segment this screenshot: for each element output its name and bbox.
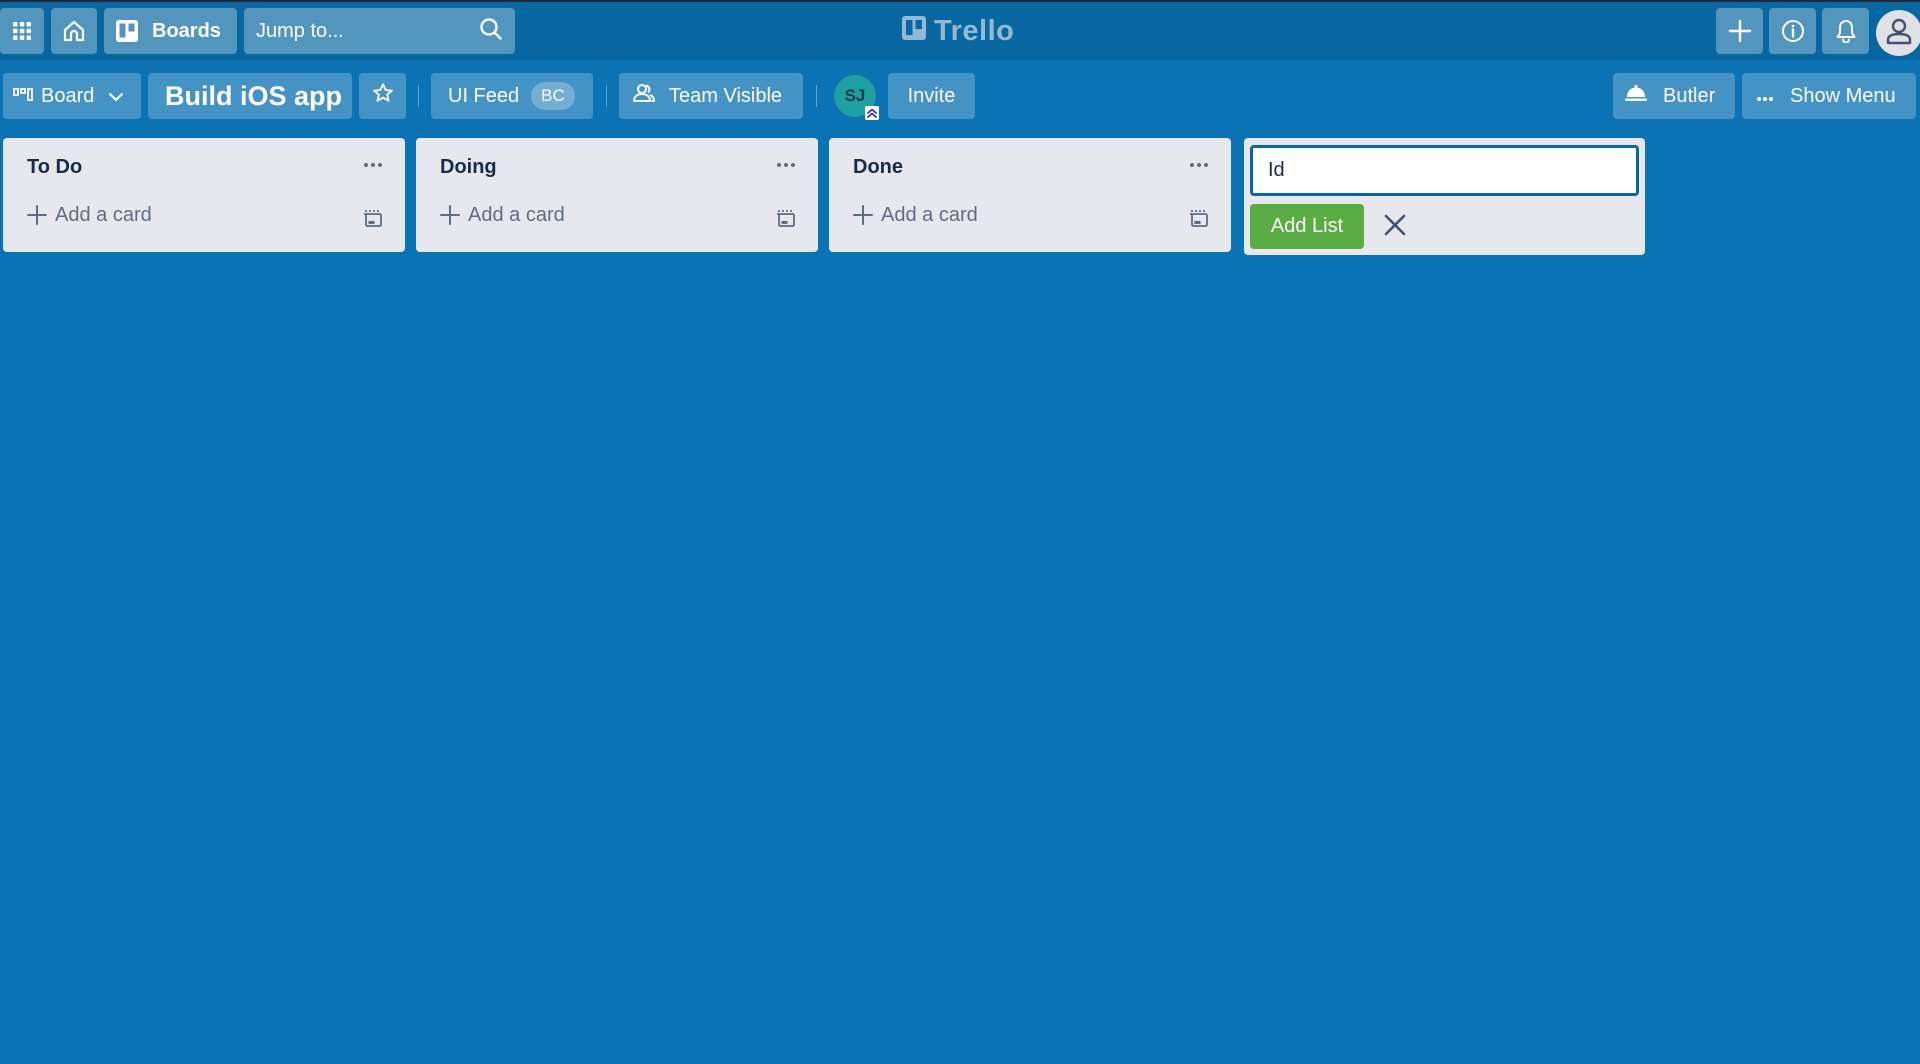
info-icon <box>1781 19 1805 43</box>
list-title[interactable]: To Do <box>27 156 82 179</box>
information-button[interactable] <box>1769 8 1816 54</box>
account-menu-button[interactable] <box>1876 10 1920 56</box>
bell-icon <box>1835 19 1857 43</box>
member-initials: SJ <box>844 86 866 105</box>
board-icon <box>116 20 138 42</box>
butler-button[interactable]: Butler <box>1613 73 1735 119</box>
jump-to-search[interactable] <box>244 8 515 54</box>
star-board-button[interactable] <box>359 73 406 119</box>
header-divider <box>816 85 817 107</box>
invite-button[interactable]: Invite <box>888 73 975 119</box>
more-dots-icon <box>776 155 796 173</box>
card-template-icon <box>1189 209 1209 232</box>
add-card-label: Add a card <box>881 204 978 226</box>
close-icon <box>1383 213 1407 242</box>
cancel-add-list-button[interactable] <box>1380 212 1410 242</box>
workspace-badge: BC <box>531 82 575 110</box>
card-template-icon <box>363 209 383 232</box>
global-header: Boards Trello <box>0 0 1920 60</box>
plus-icon <box>27 205 47 226</box>
create-from-template-button[interactable] <box>1187 208 1211 232</box>
member-avatar[interactable]: SJ <box>834 75 879 120</box>
user-icon <box>1884 16 1914 51</box>
workspace-button[interactable]: UI Feed BC <box>431 73 593 119</box>
trello-logo-icon <box>902 15 926 48</box>
add-card-label: Add a card <box>468 204 565 226</box>
add-list-button[interactable]: Add List <box>1250 204 1364 249</box>
plus-icon <box>1728 19 1752 43</box>
create-from-template-button[interactable] <box>774 208 798 232</box>
list-title-input[interactable] <box>1250 145 1639 196</box>
home-button[interactable] <box>51 8 97 54</box>
plus-icon <box>853 205 873 226</box>
chevron-down-icon <box>108 85 124 108</box>
more-dots-icon <box>1756 85 1774 108</box>
create-from-template-button[interactable] <box>361 208 385 232</box>
grid-icon <box>12 21 32 41</box>
board-view-switcher[interactable]: Board <box>3 73 141 119</box>
show-menu-label: Show Menu <box>1790 84 1896 107</box>
boards-label: Boards <box>152 19 221 42</box>
apps-switcher-button[interactable] <box>0 8 44 54</box>
list-to-do: To Do Add a card <box>3 138 405 252</box>
trello-logo-text: Trello <box>934 14 1015 47</box>
board-title[interactable]: Build iOS app <box>148 73 352 119</box>
add-list-composer: Add List <box>1244 138 1645 255</box>
visibility-button[interactable]: Team Visible <box>619 73 803 119</box>
add-card-button[interactable]: Add a card <box>853 204 978 227</box>
board-view-icon <box>13 85 33 108</box>
list-actions-button[interactable] <box>770 150 802 178</box>
list-title[interactable]: Doing <box>440 156 497 179</box>
show-menu-button[interactable]: Show Menu <box>1742 73 1916 119</box>
more-dots-icon <box>1189 155 1209 173</box>
list-actions-button[interactable] <box>1183 150 1215 178</box>
search-icon[interactable] <box>479 17 503 46</box>
more-dots-icon <box>363 155 383 173</box>
list-done: Done Add a card <box>829 138 1231 252</box>
card-template-icon <box>776 209 796 232</box>
add-card-button[interactable]: Add a card <box>27 204 152 227</box>
header-divider <box>418 85 419 107</box>
notifications-button[interactable] <box>1822 8 1869 54</box>
butler-label: Butler <box>1663 84 1716 107</box>
list-doing: Doing Add a card <box>416 138 818 252</box>
search-input[interactable] <box>256 19 466 43</box>
board-view-label: Board <box>41 84 95 107</box>
add-card-label: Add a card <box>55 204 152 226</box>
boards-button[interactable]: Boards <box>104 8 237 54</box>
team-icon <box>633 83 655 109</box>
plus-icon <box>440 205 460 226</box>
create-button[interactable] <box>1716 8 1763 54</box>
butler-bell-icon <box>1625 84 1647 108</box>
add-card-button[interactable]: Add a card <box>440 204 565 227</box>
list-actions-button[interactable] <box>357 150 389 178</box>
home-icon <box>62 19 86 43</box>
admin-chevrons-icon <box>865 106 879 120</box>
workspace-label: UI Feed <box>448 84 520 107</box>
list-title[interactable]: Done <box>853 156 903 179</box>
header-divider <box>606 85 607 107</box>
visibility-label: Team Visible <box>669 84 783 107</box>
trello-logo[interactable]: Trello <box>902 14 1014 48</box>
star-icon <box>372 82 394 110</box>
